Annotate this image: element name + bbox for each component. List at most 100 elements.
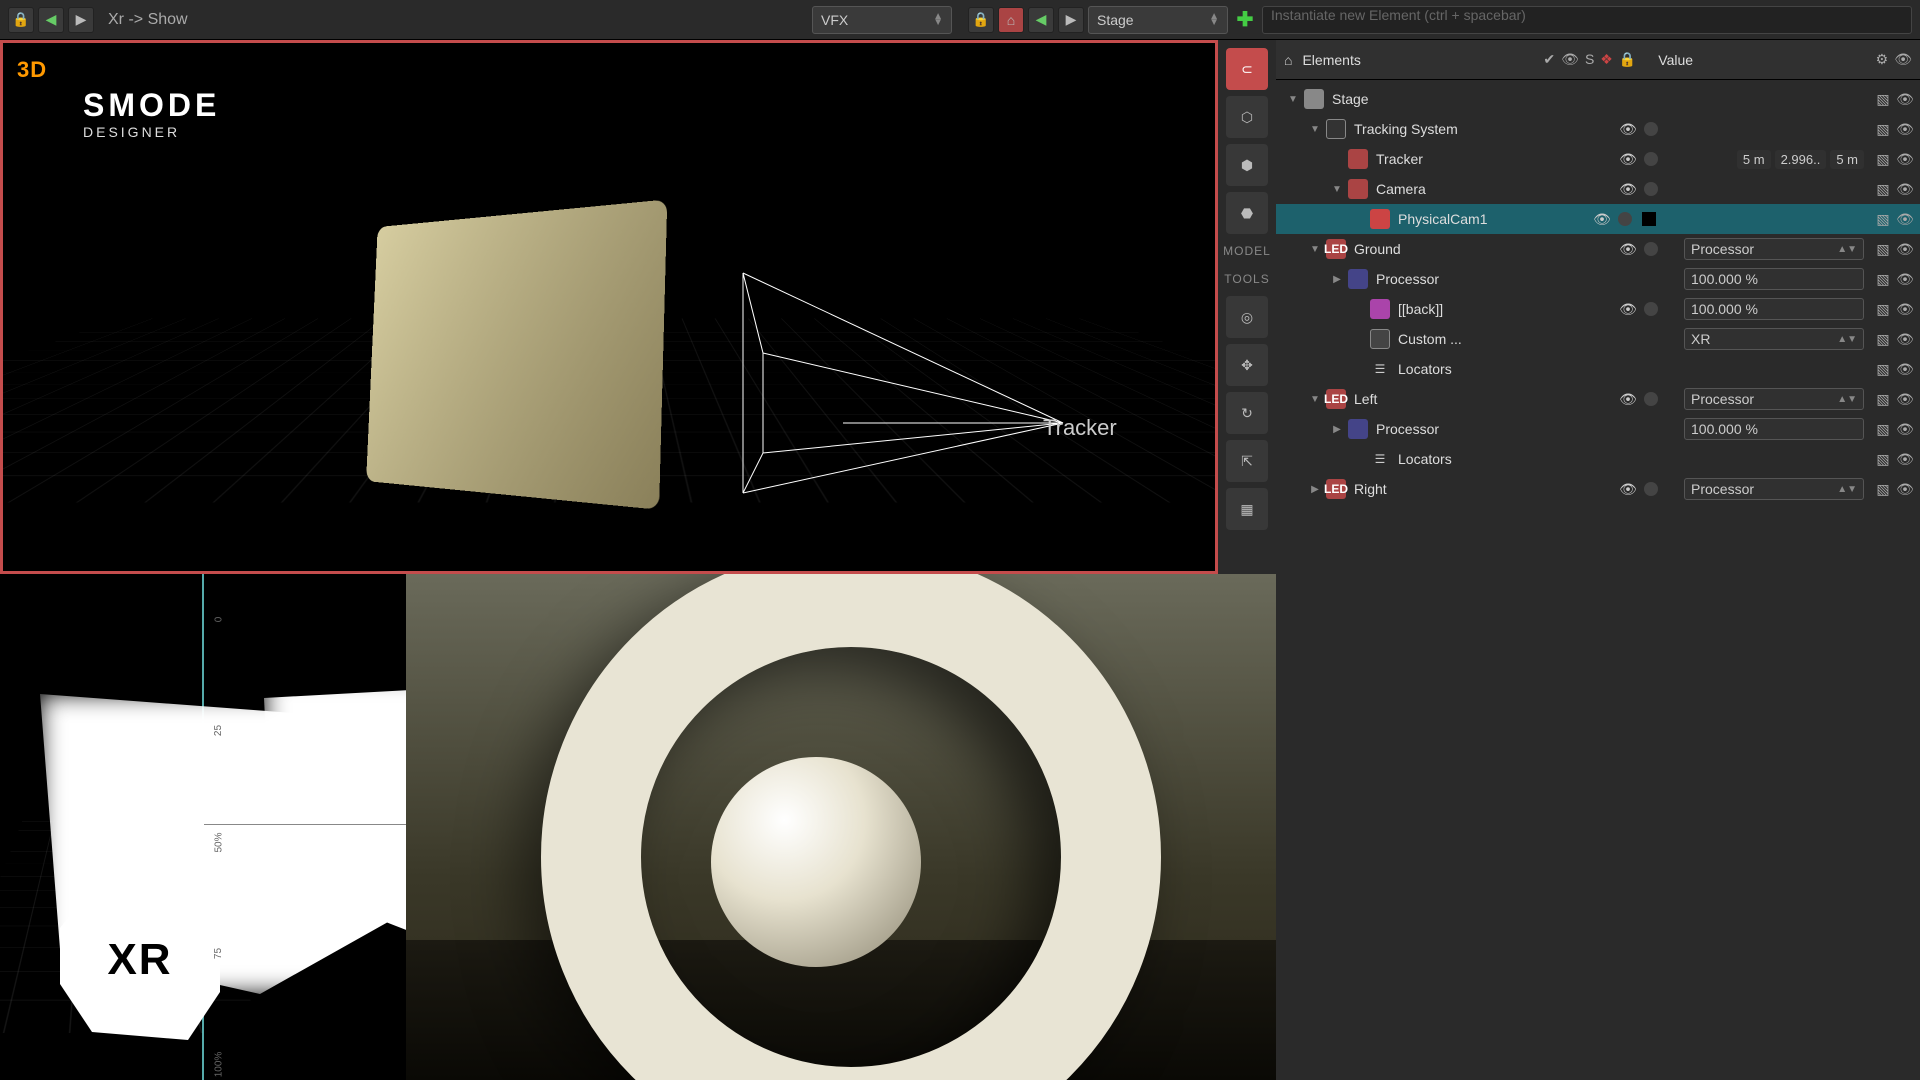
expand-toggle[interactable]: ▶ bbox=[1330, 424, 1344, 435]
expand-toggle[interactable]: ▼ bbox=[1330, 184, 1344, 195]
value-dropdown[interactable]: Processor▲▼ bbox=[1684, 478, 1864, 500]
row-options-icon[interactable]: ▧ bbox=[1874, 91, 1892, 108]
row-preview-icon[interactable]: 👁 bbox=[1896, 151, 1914, 168]
visibility-toggle[interactable]: 👁 bbox=[1618, 121, 1638, 138]
color-swatch[interactable] bbox=[1642, 212, 1656, 226]
search-input[interactable]: Instantiate new Element (ctrl + spacebar… bbox=[1262, 6, 1912, 34]
row-preview-icon[interactable]: 👁 bbox=[1896, 481, 1914, 498]
visibility-toggle[interactable]: 👁 bbox=[1618, 391, 1638, 408]
solo-dot[interactable] bbox=[1644, 482, 1658, 496]
layout-dropdown[interactable]: VFX ▲▼ bbox=[812, 6, 952, 34]
expand-toggle[interactable]: ▶ bbox=[1330, 274, 1344, 285]
tree-row-tracking[interactable]: ▼Tracking System👁▧👁 bbox=[1276, 114, 1920, 144]
forward-icon[interactable]: ▶ bbox=[1058, 7, 1084, 33]
row-preview-icon[interactable]: 👁 bbox=[1896, 421, 1914, 438]
row-options-icon[interactable]: ▧ bbox=[1874, 421, 1892, 438]
lock-icon[interactable]: 🔒 bbox=[1619, 51, 1636, 68]
row-options-icon[interactable]: ▧ bbox=[1874, 361, 1892, 378]
expand-toggle[interactable]: ▼ bbox=[1308, 394, 1322, 405]
tree-row-stage[interactable]: ▼Stage▧👁 bbox=[1276, 84, 1920, 114]
grid-tool[interactable]: ▦ bbox=[1226, 488, 1268, 530]
solo-dot[interactable] bbox=[1644, 152, 1658, 166]
home-icon[interactable]: ⌂ bbox=[998, 7, 1024, 33]
lock-icon[interactable]: 🔒 bbox=[8, 7, 34, 33]
expand-toggle[interactable]: ▼ bbox=[1286, 94, 1300, 105]
visibility-toggle[interactable]: 👁 bbox=[1618, 181, 1638, 198]
mixer-icon[interactable]: ⚙ bbox=[1876, 51, 1889, 68]
solo-dot[interactable] bbox=[1644, 392, 1658, 406]
value-number[interactable]: 5 m bbox=[1737, 150, 1771, 169]
forward-icon[interactable]: ▶ bbox=[68, 7, 94, 33]
tree-row-right[interactable]: ▶LEDRight👁Processor▲▼▧👁 bbox=[1276, 474, 1920, 504]
viewport-3d[interactable]: 3D SMODE DESIGNER bbox=[0, 40, 1218, 574]
tree-row-back[interactable]: [[back]]👁100.000 %▧👁 bbox=[1276, 294, 1920, 324]
add-element-button[interactable]: ✚ bbox=[1232, 7, 1258, 33]
color-icon[interactable]: ❖ bbox=[1600, 51, 1613, 68]
row-options-icon[interactable]: ▧ bbox=[1874, 391, 1892, 408]
solo-dot[interactable] bbox=[1618, 212, 1632, 226]
visibility-toggle[interactable]: 👁 bbox=[1618, 151, 1638, 168]
row-options-icon[interactable]: ▧ bbox=[1874, 331, 1892, 348]
viewport-bottom-left[interactable]: XR bbox=[0, 574, 204, 1080]
visibility-toggle[interactable]: 👁 bbox=[1592, 211, 1612, 228]
hex-solid-tool[interactable]: ⬢ bbox=[1226, 144, 1268, 186]
row-preview-icon[interactable]: 👁 bbox=[1896, 211, 1914, 228]
row-options-icon[interactable]: ▧ bbox=[1874, 481, 1892, 498]
row-options-icon[interactable]: ▧ bbox=[1874, 181, 1892, 198]
row-preview-icon[interactable]: 👁 bbox=[1896, 271, 1914, 288]
row-options-icon[interactable]: ▧ bbox=[1874, 211, 1892, 228]
value-field[interactable]: 100.000 % bbox=[1684, 268, 1864, 290]
tree-row-camera[interactable]: ▼Camera👁▧👁 bbox=[1276, 174, 1920, 204]
row-preview-icon[interactable]: 👁 bbox=[1896, 361, 1914, 378]
value-field[interactable]: 100.000 % bbox=[1684, 418, 1864, 440]
visibility-toggle[interactable]: 👁 bbox=[1618, 481, 1638, 498]
row-preview-icon[interactable]: 👁 bbox=[1896, 241, 1914, 258]
expand-toggle[interactable]: ▼ bbox=[1308, 244, 1322, 255]
value-dropdown[interactable]: Processor▲▼ bbox=[1684, 238, 1864, 260]
home-icon[interactable]: ⌂ bbox=[1284, 52, 1292, 68]
row-preview-icon[interactable]: 👁 bbox=[1896, 121, 1914, 138]
back-icon[interactable]: ◀ bbox=[38, 7, 64, 33]
value-field[interactable]: 100.000 % bbox=[1684, 298, 1864, 320]
back-icon[interactable]: ◀ bbox=[1028, 7, 1054, 33]
row-options-icon[interactable]: ▧ bbox=[1874, 241, 1892, 258]
tree-row-g-proc[interactable]: ▶Processor100.000 %▧👁 bbox=[1276, 264, 1920, 294]
row-options-icon[interactable]: ▧ bbox=[1874, 151, 1892, 168]
lock-icon[interactable]: 🔒 bbox=[968, 7, 994, 33]
check-icon[interactable]: ✔ bbox=[1543, 51, 1555, 68]
compass-tool[interactable]: ◎ bbox=[1226, 296, 1268, 338]
move-tool[interactable]: ✥ bbox=[1226, 344, 1268, 386]
row-preview-icon[interactable]: 👁 bbox=[1896, 391, 1914, 408]
stage-dropdown[interactable]: Stage ▲▼ bbox=[1088, 6, 1228, 34]
solo-dot[interactable] bbox=[1644, 302, 1658, 316]
viewport-bottom-mid[interactable]: 0 25 50% 75 100% bbox=[204, 574, 406, 1080]
tree-row-ground[interactable]: ▼LEDGround👁Processor▲▼▧👁 bbox=[1276, 234, 1920, 264]
row-options-icon[interactable]: ▧ bbox=[1874, 121, 1892, 138]
tree-row-l-proc[interactable]: ▶Processor100.000 %▧👁 bbox=[1276, 414, 1920, 444]
tree-row-loc2[interactable]: ☰Locators▧👁 bbox=[1276, 444, 1920, 474]
row-preview-icon[interactable]: 👁 bbox=[1896, 91, 1914, 108]
viewport-bottom-right[interactable] bbox=[406, 574, 1276, 1080]
tree-row-tracker[interactable]: Tracker👁5 m2.996..5 m▧👁 bbox=[1276, 144, 1920, 174]
row-preview-icon[interactable]: 👁 bbox=[1896, 331, 1914, 348]
eye-icon[interactable]: 👁 bbox=[1894, 51, 1912, 68]
tree-row-loc1[interactable]: ☰Locators▧👁 bbox=[1276, 354, 1920, 384]
value-number[interactable]: 2.996.. bbox=[1775, 150, 1827, 169]
row-preview-icon[interactable]: 👁 bbox=[1896, 451, 1914, 468]
row-preview-icon[interactable]: 👁 bbox=[1896, 181, 1914, 198]
row-preview-icon[interactable]: 👁 bbox=[1896, 301, 1914, 318]
row-options-icon[interactable]: ▧ bbox=[1874, 271, 1892, 288]
expand-toggle[interactable]: ▼ bbox=[1308, 124, 1322, 135]
tree-row-physcam[interactable]: PhysicalCam1👁▧👁 bbox=[1276, 204, 1920, 234]
hex-shaded-tool[interactable]: ⬣ bbox=[1226, 192, 1268, 234]
visibility-toggle[interactable]: 👁 bbox=[1618, 241, 1638, 258]
visibility-toggle[interactable]: 👁 bbox=[1618, 301, 1638, 318]
hex-wire-tool[interactable]: ⬡ bbox=[1226, 96, 1268, 138]
solo-dot[interactable] bbox=[1644, 122, 1658, 136]
row-options-icon[interactable]: ▧ bbox=[1874, 301, 1892, 318]
magnet-tool[interactable]: ⊂ bbox=[1226, 48, 1268, 90]
value-number[interactable]: 5 m bbox=[1830, 150, 1864, 169]
solo-icon[interactable]: S bbox=[1585, 51, 1594, 68]
solo-dot[interactable] bbox=[1644, 182, 1658, 196]
value-dropdown[interactable]: XR▲▼ bbox=[1684, 328, 1864, 350]
